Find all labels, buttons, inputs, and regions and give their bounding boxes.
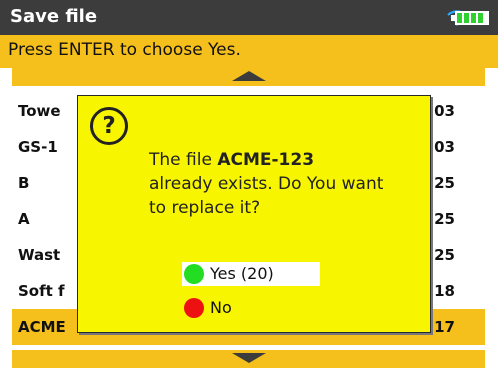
hint-text: Press ENTER to choose Yes. — [8, 40, 241, 60]
page-title: Save file — [10, 6, 98, 27]
list-item-name: B — [18, 174, 30, 192]
list-item-name: GS-1 — [18, 138, 58, 156]
question-icon: ? — [90, 107, 128, 145]
list-item-name: Towe — [18, 102, 61, 120]
list-item-value: 03 — [434, 102, 455, 120]
scroll-down-arrow-icon[interactable] — [231, 353, 266, 363]
message-prefix: The file — [149, 150, 218, 170]
list-item-value: 18 — [434, 282, 455, 300]
scroll-down-strip[interactable] — [12, 350, 485, 368]
replace-file-dialog: ? The file ACME-123 already exists. Do Y… — [77, 95, 431, 333]
no-option[interactable]: No — [182, 296, 320, 320]
battery-icon — [451, 11, 489, 25]
list-item-value: 25 — [434, 246, 455, 264]
message-filename: ACME-123 — [217, 150, 315, 170]
list-item-name: ACME — [18, 318, 66, 336]
dialog-message: The file ACME-123 already exists. Do You… — [149, 148, 399, 220]
no-label: No — [210, 298, 232, 317]
titlebar: Save file — [0, 0, 498, 35]
scroll-up-strip[interactable] — [12, 68, 485, 86]
list-item-value: 25 — [434, 174, 455, 192]
message-body: already exists. Do You want to replace i… — [149, 174, 384, 218]
list-item-value: 17 — [434, 318, 455, 336]
green-dot-icon — [184, 264, 204, 284]
list-item-name: Soft f — [18, 282, 65, 300]
yes-label: Yes (20) — [210, 264, 274, 283]
red-dot-icon — [184, 298, 204, 318]
hint-bar: Press ENTER to choose Yes. — [0, 35, 498, 68]
list-item-value: 25 — [434, 210, 455, 228]
scroll-up-arrow-icon[interactable] — [231, 71, 266, 81]
list-item-value: 03 — [434, 138, 455, 156]
yes-option[interactable]: Yes (20) — [182, 262, 320, 286]
list-item-name: Wast — [18, 246, 61, 264]
list-item-name: A — [18, 210, 30, 228]
